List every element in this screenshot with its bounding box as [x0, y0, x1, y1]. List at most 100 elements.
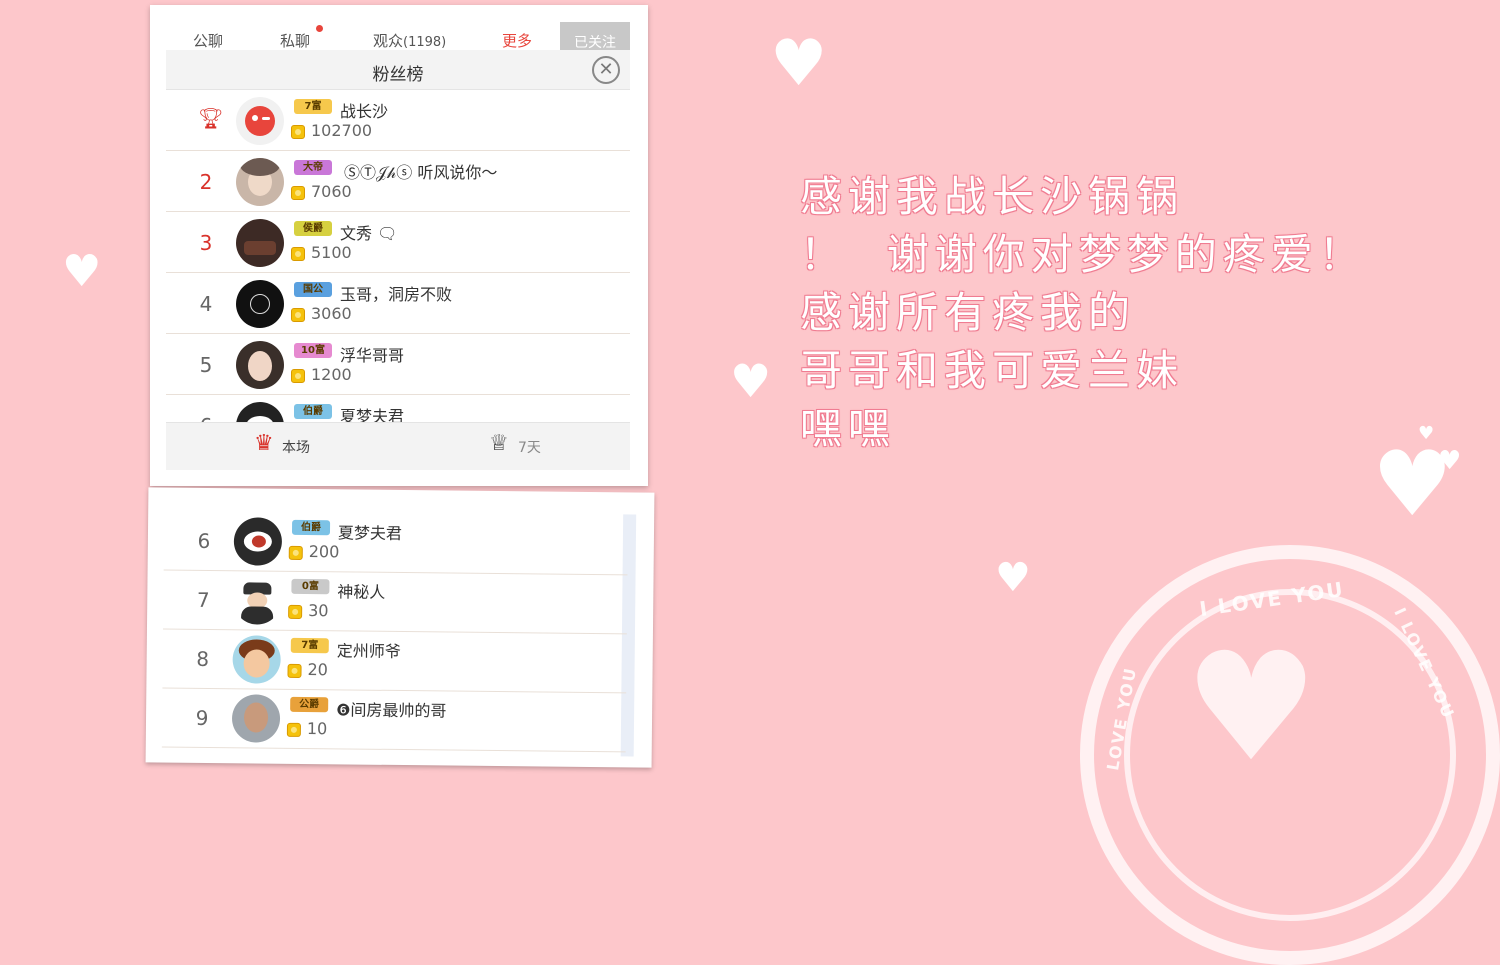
tab-audience[interactable]: 观众(1198) [373, 30, 446, 51]
fan-list: 🏆︎ 7富 战长沙 102700 2 大帝 ⓈⓉ𝒥𝒽ⓢ 听风说你～ 7060 3… [166, 90, 630, 422]
trophy-icon: 🏆︎ [198, 106, 224, 130]
dialog-title: 粉丝榜 [372, 65, 424, 85]
fan-name: 神秘人 [337, 582, 386, 602]
fan-row[interactable]: 3 侯爵 文秀 🗨︎ 5100 [166, 212, 630, 273]
heart-decoration-icon: ♥ [770, 27, 828, 101]
level-badge: 7富 [290, 637, 329, 654]
rank-number: 6 [197, 528, 211, 554]
tab-this-show[interactable]: 本场 [282, 437, 310, 457]
fan-amount: 20 [307, 660, 329, 680]
chat-bubble-icon[interactable]: 🗨︎ [377, 224, 397, 243]
rank-number: 9 [195, 705, 209, 730]
fan-list-continued: 6 伯爵 夏梦夫君 200 7 0富 神秘人 30 8 7富 定州师爷 20 9… [161, 509, 629, 755]
rank-number: 3 [199, 231, 213, 255]
close-icon[interactable]: ✕ [592, 56, 620, 84]
level-badge: 侯爵 [294, 221, 332, 236]
avatar[interactable] [236, 158, 284, 206]
message-line: 感谢所有疼我的 [800, 288, 1137, 337]
fan-row[interactable]: 9 公爵 ❻间房最帅的哥 10 [161, 686, 627, 753]
rank-number: 2 [199, 170, 213, 194]
fan-amount: 30 [308, 601, 329, 621]
fan-name: 战长沙 [340, 102, 389, 121]
level-badge: 7富 [294, 99, 332, 114]
tab-seven-days[interactable]: 7天 [518, 437, 541, 457]
coin-icon [291, 247, 305, 261]
fan-row[interactable]: 6 伯爵 夏梦夫君 200 [163, 509, 629, 576]
avatar[interactable] [236, 402, 284, 422]
coin-icon [288, 545, 303, 560]
avatar[interactable] [233, 517, 283, 566]
thank-you-message: 感谢我战长沙锅锅 ！ 谢谢你对梦梦的疼爱！ 感谢所有疼我的 哥哥和我可爱兰妹 嘿嘿 [800, 168, 1460, 458]
ranking-footer: ♛︎ 本场 ♕︎ 7天 [166, 422, 630, 470]
fan-ranking-screenshot-bottom: 6 伯爵 夏梦夫君 200 7 0富 神秘人 30 8 7富 定州师爷 20 9… [145, 487, 655, 768]
level-badge: 国公 [294, 282, 332, 297]
fan-amount: 5100 [311, 243, 352, 262]
fan-amount: 1200 [311, 365, 352, 384]
level-badge: 10富 [294, 343, 332, 358]
heart-decoration-icon: ♥ [730, 354, 772, 408]
fan-name: 玉哥，洞房不败 [340, 285, 453, 304]
fan-row[interactable]: 5 10富 浮华哥哥 1200 [166, 334, 630, 395]
fan-amount: 10 [306, 719, 328, 739]
rank-number: 6 [186, 414, 226, 422]
fan-amount: 3060 [311, 304, 352, 323]
fan-amount: 7060 [311, 182, 352, 201]
avatar[interactable] [232, 635, 281, 684]
fan-name: 浮华哥哥 [340, 346, 405, 365]
coin-icon [287, 663, 302, 678]
coin-icon [286, 722, 301, 737]
fan-amount: 200 [308, 542, 340, 562]
fan-amount: 102700 [311, 121, 373, 140]
fan-row[interactable]: 8 7富 定州师爷 20 [162, 627, 627, 694]
message-line: 嘿嘿 [800, 404, 897, 453]
avatar[interactable] [236, 280, 284, 328]
tab-public-chat[interactable]: 公聊 [193, 30, 223, 51]
avatar[interactable] [236, 219, 284, 267]
message-line: 感谢我战长沙锅锅 [800, 172, 1185, 221]
fan-name: 定州师爷 [336, 641, 401, 662]
rank-number: 8 [196, 646, 210, 672]
fan-name: 文秀 🗨︎ [340, 220, 397, 244]
rank-number: 4 [199, 292, 213, 316]
level-badge: 大帝 [294, 160, 332, 175]
fan-name-text: 文秀 [340, 224, 373, 243]
fan-name: ❻间房最帅的哥 [336, 700, 447, 721]
fan-row[interactable]: 7 0富 神秘人 30 [162, 568, 628, 635]
heart-decoration-icon: ♥ [995, 555, 1031, 601]
room-tabs: 公聊 私聊 观众(1198) 更多 已关注 [166, 22, 630, 52]
tab-audience-label: 观众 [373, 32, 404, 50]
followed-button[interactable]: 已关注 [560, 22, 630, 52]
coin-icon [291, 308, 305, 322]
fan-row[interactable]: 🏆︎ 7富 战长沙 102700 [166, 90, 630, 151]
avatar[interactable] [236, 341, 284, 389]
level-badge: 公爵 [290, 696, 329, 713]
crown-outline-icon: ♕︎ [489, 431, 509, 456]
fan-row[interactable]: 4 国公 玉哥，洞房不败 3060 [166, 273, 630, 334]
crown-icon: ♛︎ [254, 431, 274, 456]
coin-icon [288, 604, 303, 619]
tab-more[interactable]: 更多 [502, 30, 532, 51]
fan-name: 夏梦夫君 [337, 523, 403, 544]
coin-icon [291, 186, 305, 200]
heart-decoration-icon: ♥ [62, 246, 102, 297]
avatar[interactable] [233, 576, 282, 625]
audience-count: (1198) [403, 35, 447, 50]
fan-ranking-screenshot-top: 公聊 私聊 观众(1198) 更多 已关注 粉丝榜 ✕ 🏆︎ 7富 战长沙 10… [150, 5, 648, 486]
coin-icon [291, 125, 305, 139]
level-badge: 伯爵 [291, 519, 331, 536]
fan-row[interactable]: 2 大帝 ⓈⓉ𝒥𝒽ⓢ 听风说你～ 7060 [166, 151, 630, 212]
love-stamp: I LOVE YOU I LOVE YOU LOVE YOU ♥ [1080, 545, 1500, 965]
level-badge: 伯爵 [294, 404, 332, 419]
rank-number: 5 [199, 353, 213, 377]
level-badge: 0富 [291, 578, 330, 595]
unread-dot-icon [316, 25, 323, 32]
tab-private-chat[interactable]: 私聊 [280, 30, 310, 51]
fan-name: 夏梦夫君 [340, 407, 405, 422]
fan-row[interactable]: 6 伯爵 夏梦夫君 [166, 395, 630, 422]
fan-name: ⓈⓉ𝒥𝒽ⓢ 听风说你～ [344, 163, 498, 182]
rank-number: 7 [196, 587, 210, 613]
avatar[interactable] [231, 694, 281, 743]
avatar[interactable] [236, 97, 284, 145]
message-line: 哥哥和我可爱兰妹 [800, 346, 1185, 395]
stamp-heart-icon: ♥ [1184, 619, 1319, 795]
